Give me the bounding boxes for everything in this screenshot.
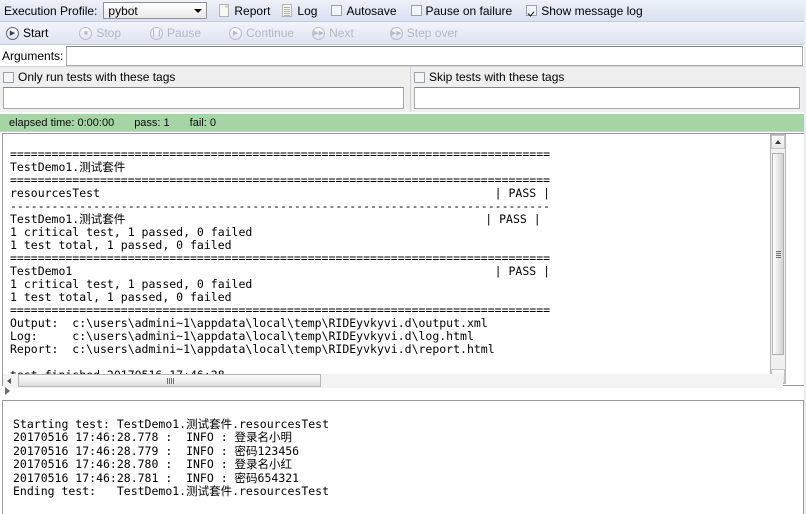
skip-forward-circle-icon: ▶▶: [312, 26, 326, 40]
execution-profile-value: pybot: [108, 3, 138, 18]
log-button[interactable]: Log: [282, 4, 317, 18]
include-tags-checkbox[interactable]: Only run tests with these tags: [0, 67, 410, 87]
include-tags-panel: Only run tests with these tags: [0, 67, 411, 112]
chevron-down-icon: [194, 8, 203, 13]
pause-button[interactable]: ❙❙ Pause: [150, 23, 201, 44]
console-output-panel[interactable]: ========================================…: [2, 133, 804, 386]
step-over-button[interactable]: ▶▶ Step over: [389, 23, 459, 44]
autosave-checkbox[interactable]: Autosave: [331, 3, 397, 18]
stop-label: Stop: [96, 26, 122, 40]
exclude-tags-label: Skip tests with these tags: [429, 70, 565, 84]
show-message-log-label: Show message log: [541, 3, 643, 18]
scroll-up-arrow-icon[interactable]: [771, 135, 785, 149]
console-horizontal-scrollbar[interactable]: [3, 374, 783, 388]
start-button[interactable]: ▶ Start: [6, 23, 48, 44]
log-label: Log: [297, 3, 318, 18]
run-status-bar: elapsed time: 0:00:00 pass: 1 fail: 0: [0, 114, 806, 132]
next-label: Next: [329, 26, 354, 40]
checkbox-box: [410, 5, 422, 16]
panel-collapse-arrow-icon[interactable]: [5, 387, 10, 395]
execution-toolbar: Execution Profile: pybot Report Log Auto…: [0, 0, 806, 22]
arguments-label: Arguments:: [2, 48, 64, 63]
exclude-tags-panel: Skip tests with these tags: [411, 67, 806, 112]
console-output-text: ========================================…: [10, 146, 551, 381]
continue-button[interactable]: ▶ Continue: [229, 23, 294, 44]
scroll-left-arrow-icon[interactable]: [3, 374, 17, 387]
start-label: Start: [23, 26, 49, 40]
checkbox-box: [414, 71, 425, 83]
document-icon: [219, 4, 230, 17]
stop-button[interactable]: ■ Stop: [79, 23, 121, 44]
pass-count-label: pass: 1: [134, 116, 170, 129]
pause-on-failure-label: Pause on failure: [425, 3, 513, 18]
skip-forward-circle-icon: ▶▶: [389, 26, 403, 40]
include-tags-label: Only run tests with these tags: [18, 70, 176, 84]
exclude-tags-checkbox[interactable]: Skip tests with these tags: [411, 67, 806, 87]
scroll-thumb-horizontal[interactable]: [18, 374, 321, 387]
exclude-tags-input[interactable]: [414, 87, 800, 109]
tag-filters: Only run tests with these tags Skip test…: [0, 67, 806, 112]
message-log-panel[interactable]: Starting test: TestDemo1.测试套件.resourcesT…: [2, 400, 804, 514]
stop-circle-icon: ■: [79, 26, 93, 40]
step-over-label: Step over: [406, 26, 459, 40]
elapsed-time-label: elapsed time: 0:00:00: [9, 116, 115, 129]
checkbox-box: [331, 5, 343, 16]
play-circle-icon: ▶: [6, 26, 19, 40]
report-label: Report: [234, 3, 271, 18]
next-button[interactable]: ▶▶ Next: [312, 23, 354, 44]
fail-count-label: fail: 0: [189, 116, 216, 129]
arguments-row: Arguments:: [0, 45, 806, 67]
show-message-log-checkbox[interactable]: Show message log: [526, 3, 643, 18]
message-log-text: Starting test: TestDemo1.测试套件.resourcesT…: [13, 416, 330, 498]
include-tags-input[interactable]: [3, 87, 404, 109]
continue-label: Continue: [246, 26, 295, 40]
arguments-input[interactable]: [66, 45, 803, 66]
play-circle-icon: ▶: [229, 26, 243, 40]
console-vertical-scrollbar[interactable]: [770, 134, 786, 384]
checkbox-box-checked: [526, 5, 538, 16]
ride-run-tab: Execution Profile: pybot Report Log Auto…: [0, 0, 806, 514]
execution-profile-label: Execution Profile:: [4, 3, 98, 18]
execution-profile-select[interactable]: pybot: [103, 2, 208, 19]
document-lines-icon: [282, 4, 293, 17]
checkbox-box: [3, 71, 14, 83]
run-control-toolbar: ▶ Start ■ Stop ❙❙ Pause ▶ Continue ▶▶ Ne…: [0, 22, 806, 45]
pause-circle-icon: ❙❙: [150, 26, 164, 40]
pause-label: Pause: [167, 26, 202, 40]
autosave-label: Autosave: [346, 3, 397, 18]
pause-on-failure-checkbox[interactable]: Pause on failure: [410, 3, 513, 18]
scroll-thumb[interactable]: [772, 153, 784, 355]
report-button[interactable]: Report: [219, 4, 270, 18]
